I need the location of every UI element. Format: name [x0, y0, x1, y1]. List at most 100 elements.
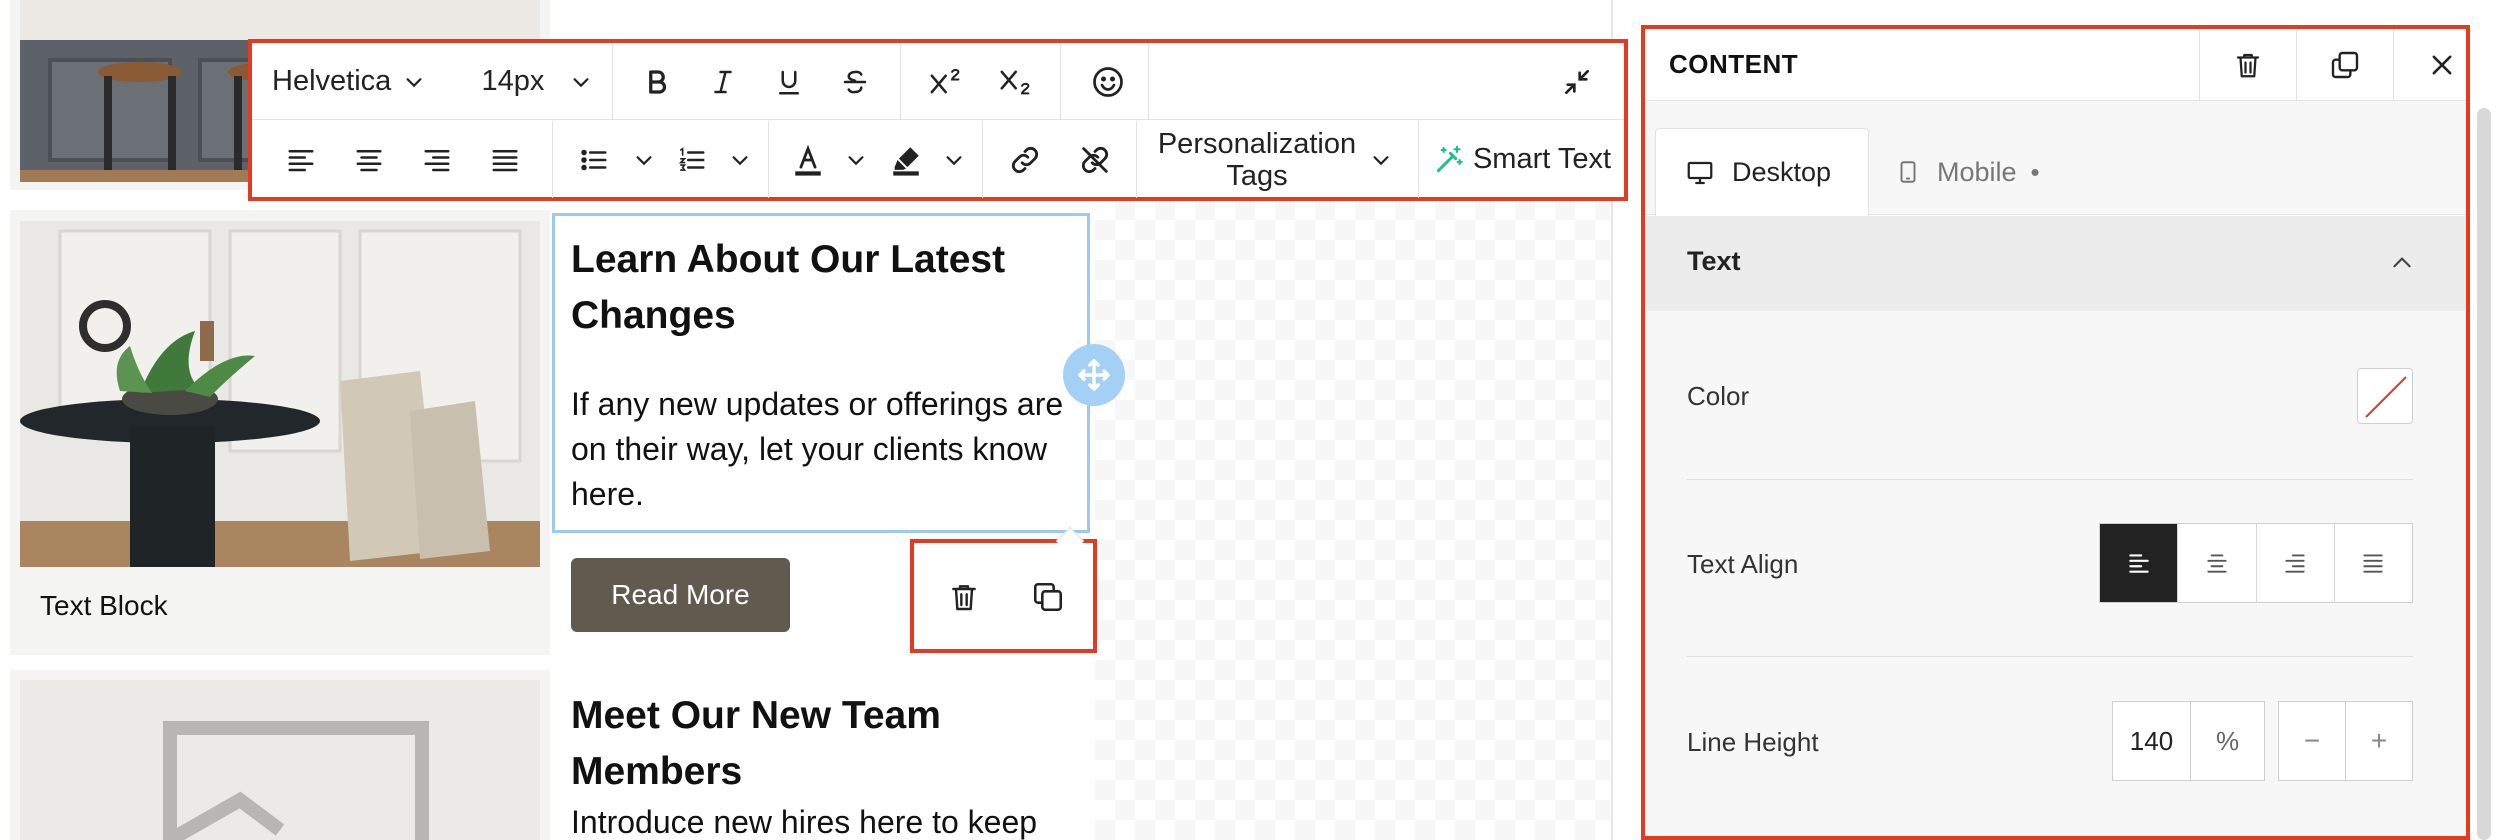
align-center-icon	[2207, 554, 2227, 573]
text-formatting-toolbar: Helvetica 14px Personalization Tags Smar…	[248, 39, 1628, 201]
personalization-tags-dropdown[interactable]: Personalization Tags	[1140, 121, 1410, 198]
line-height-field: 140 %	[2112, 701, 2265, 781]
font-family-dropdown[interactable]: Helvetica	[272, 43, 432, 120]
italic-button[interactable]	[690, 43, 756, 120]
superscript-button[interactable]	[912, 43, 982, 120]
close-icon	[2432, 55, 2452, 75]
unsaved-indicator-dot: •	[2030, 156, 2040, 187]
emoji-button[interactable]	[1068, 43, 1148, 120]
mobile-icon	[1900, 161, 1916, 183]
chevron-down-icon	[946, 155, 962, 165]
decrement-button[interactable]: −	[2279, 702, 2345, 780]
panel-title: CONTENT	[1669, 49, 1799, 79]
move-handle[interactable]	[1063, 344, 1125, 406]
increment-button[interactable]: +	[2345, 702, 2412, 780]
bullet-list-dropdown[interactable]	[626, 121, 662, 198]
align-right-button[interactable]	[404, 121, 470, 198]
tab-desktop[interactable]: Desktop	[1655, 128, 1869, 216]
align-justify-icon	[492, 149, 518, 171]
panel-header: CONTENT	[1645, 29, 2466, 101]
chevron-down-icon	[406, 77, 422, 87]
block2-title-line-1: Meet Our New Team	[571, 694, 941, 737]
tab-mobile[interactable]: Mobile •	[1895, 128, 2040, 216]
align-right-icon	[2285, 554, 2305, 573]
duplicate-icon	[1033, 582, 1063, 612]
bullet-list-icon	[581, 149, 607, 170]
numbered-list-dropdown[interactable]	[722, 121, 758, 198]
bold-button[interactable]	[624, 43, 690, 120]
text-color-dropdown[interactable]	[838, 121, 874, 198]
move-icon	[1078, 359, 1110, 391]
collapse-toolbar-button[interactable]	[1542, 43, 1612, 120]
chevron-up-icon	[2393, 257, 2411, 268]
panel-scrollbar[interactable]	[2477, 108, 2491, 840]
numbered-list-icon	[678, 146, 705, 171]
chevron-down-icon	[636, 155, 652, 165]
smart-text-button[interactable]: Smart Text	[1424, 121, 1620, 198]
tab-mobile-label: Mobile	[1937, 156, 2017, 187]
trash-icon	[952, 585, 976, 611]
highlight-color-dropdown[interactable]	[936, 121, 972, 198]
chevron-down-icon	[848, 155, 864, 165]
emoji-icon	[1093, 66, 1123, 97]
close-panel-button[interactable]	[2393, 29, 2466, 101]
align-justify-button[interactable]	[472, 121, 538, 198]
block-actions-toolbar	[910, 526, 1097, 653]
text-color-button[interactable]	[778, 121, 838, 198]
duplicate-icon	[2331, 51, 2359, 79]
magic-wand-icon	[1436, 145, 1463, 172]
text-align-justify-button[interactable]	[2333, 524, 2412, 602]
subscript-button[interactable]	[982, 43, 1052, 120]
align-left-button[interactable]	[268, 121, 334, 198]
text-section-header[interactable]: Text	[1645, 216, 2466, 311]
duplicate-content-button[interactable]	[2296, 29, 2393, 101]
delete-block-button[interactable]	[934, 567, 994, 627]
line-height-unit: %	[2215, 725, 2240, 756]
font-size-value: 14px	[481, 65, 545, 97]
superscript-icon	[930, 68, 960, 93]
no-color-icon	[2365, 376, 2407, 418]
text-align-group	[2099, 523, 2413, 603]
chevron-down-icon	[1373, 155, 1389, 165]
remove-link-button[interactable]	[1060, 121, 1130, 198]
highlighter-icon	[893, 146, 919, 176]
align-center-icon	[356, 149, 382, 171]
highlight-color-button[interactable]	[876, 121, 936, 198]
strikethrough-button[interactable]	[822, 43, 888, 120]
image-placeholder[interactable]	[20, 680, 540, 840]
italic-icon	[714, 70, 732, 93]
delete-content-button[interactable]	[2199, 29, 2296, 101]
content-settings-panel: CONTENT Desktop Mobile • Text Color Text…	[1641, 25, 2470, 840]
align-center-button[interactable]	[336, 121, 402, 198]
font-size-dropdown[interactable]: 14px	[472, 43, 602, 120]
line-height-label: Line Height	[1687, 727, 1819, 757]
text-align-right-button[interactable]	[2255, 524, 2334, 602]
text-settings: Color Text Align Line Height 140 % − +	[1645, 311, 2466, 836]
text-block-selection[interactable]	[552, 213, 1090, 533]
text-align-label: Text Align	[1687, 549, 1799, 579]
align-left-icon	[2128, 554, 2149, 573]
color-swatch[interactable]	[2357, 368, 2413, 424]
line-height-stepper: − +	[2278, 701, 2413, 781]
block2-body-line-1: Introduce new hires here to keep	[571, 804, 1038, 840]
duplicate-block-button[interactable]	[1018, 567, 1078, 627]
subscript-icon	[1000, 70, 1030, 94]
font-family-value: Helvetica	[272, 65, 392, 97]
text-align-center-button[interactable]	[2177, 524, 2255, 602]
desktop-icon	[1687, 161, 1713, 184]
numbered-list-button[interactable]	[662, 121, 722, 198]
dining-room-photo	[20, 221, 540, 567]
line-height-input[interactable]: 140	[2113, 702, 2191, 780]
canvas-background	[1095, 200, 1610, 840]
collapse-icon	[1565, 69, 1589, 94]
tab-desktop-label: Desktop	[1732, 157, 1832, 187]
image-caption: Text Block	[40, 590, 168, 621]
read-more-button[interactable]: Read More	[571, 558, 790, 632]
text-align-left-button[interactable]	[2100, 524, 2178, 602]
section-title: Text	[1687, 246, 1741, 276]
underline-button[interactable]	[756, 43, 822, 120]
insert-link-button[interactable]	[990, 121, 1060, 198]
toolbar-row-1: Helvetica 14px	[252, 43, 1624, 120]
smart-text-label: Smart Text	[1472, 143, 1612, 175]
bullet-list-button[interactable]	[562, 121, 626, 198]
